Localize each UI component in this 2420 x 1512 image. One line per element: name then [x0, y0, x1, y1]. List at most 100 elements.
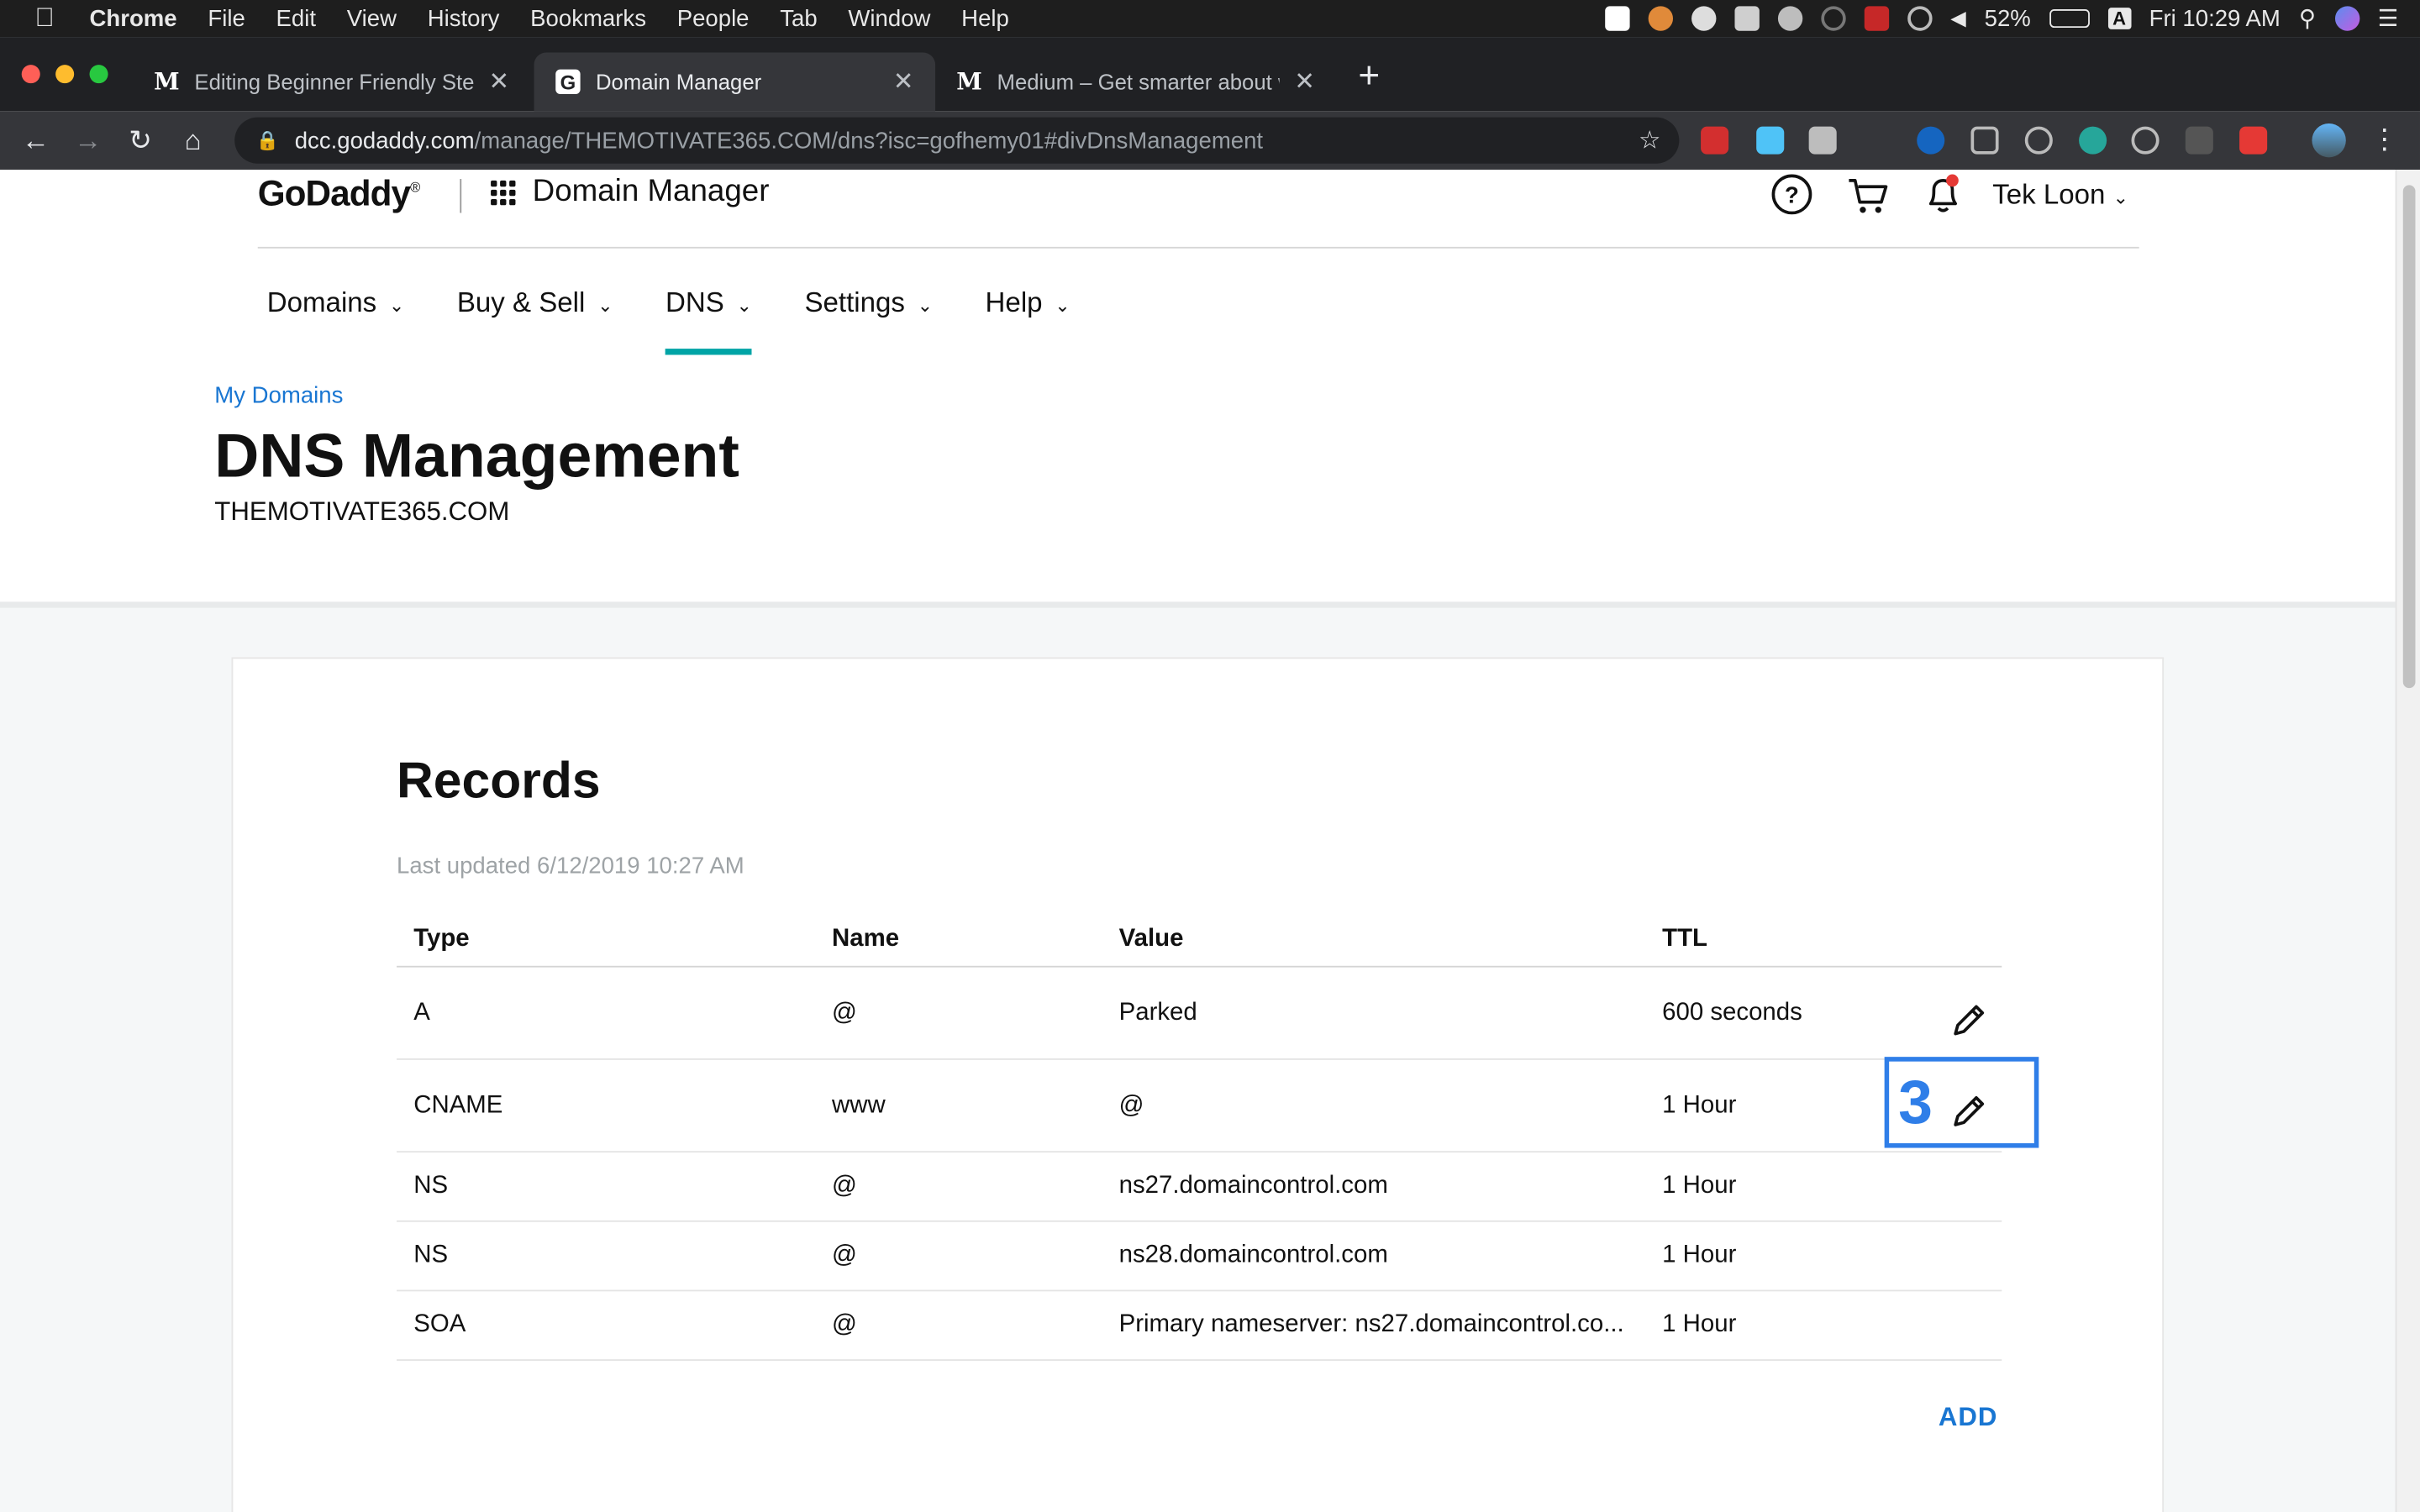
- chevron-down-icon: ⌄: [917, 294, 934, 317]
- new-tab-plus-icon[interactable]: +: [1358, 58, 1380, 96]
- apple-icon[interactable]: : [22, 3, 68, 34]
- tab-title: Medium – Get smarter about w: [997, 69, 1279, 95]
- reload-icon[interactable]: ↻: [114, 124, 166, 157]
- tab-close-icon[interactable]: ✕: [1294, 66, 1315, 97]
- window-zoom-icon[interactable]: [89, 65, 108, 84]
- tab-domain-manager[interactable]: G Domain Manager ✕: [534, 52, 936, 112]
- macos-menubar:  Chrome File Edit View History Bookmark…: [0, 0, 2420, 38]
- docker-icon[interactable]: [1734, 6, 1760, 31]
- cors-extension-icon[interactable]: [1701, 126, 1729, 155]
- user-menu[interactable]: Tek Loon ⌄: [1992, 179, 2128, 212]
- menu-bookmarks[interactable]: Bookmarks: [530, 5, 646, 31]
- cell-ttl: 600 seconds: [1662, 999, 1802, 1026]
- notification-bell-icon[interactable]: [1922, 173, 1965, 216]
- nav-settings[interactable]: Settings ⌄: [804, 287, 933, 355]
- m-extension-icon[interactable]: [2079, 126, 2107, 155]
- cell-name: www: [831, 1091, 886, 1118]
- table-row: SOA @ Primary nameserver: ns27.domaincon…: [397, 1291, 2002, 1361]
- layers-extension-icon[interactable]: [2185, 126, 2213, 155]
- battery-icon[interactable]: [2049, 9, 2090, 29]
- help-icon[interactable]: ?: [1770, 173, 1813, 216]
- cell-type: NS: [413, 1172, 449, 1200]
- cell-value: @: [1118, 1091, 1144, 1118]
- step-number: 3: [1898, 1068, 1933, 1137]
- todo-check-icon[interactable]: [1604, 6, 1630, 31]
- menu-view[interactable]: View: [347, 5, 397, 31]
- add-record-button[interactable]: ADD: [1939, 1403, 1997, 1434]
- window-minimize-icon[interactable]: [55, 65, 75, 84]
- forward-arrow-icon[interactable]: →: [61, 124, 113, 157]
- diamond-extension-icon[interactable]: [1756, 126, 1785, 155]
- url-path: /manage/THEMOTIVATE365.COM/dns?isc=gofhe…: [474, 127, 1264, 154]
- spotlight-search-icon[interactable]: ⚲: [2299, 5, 2316, 33]
- nav-buy-sell[interactable]: Buy & Sell ⌄: [457, 287, 613, 355]
- react-devtools-icon[interactable]: [2131, 126, 2160, 155]
- address-bar[interactable]: 🔒 dcc.godaddy.com/manage/THEMOTIVATE365.…: [234, 117, 1680, 164]
- menu-tab[interactable]: Tab: [780, 5, 817, 31]
- nav-help[interactable]: Help ⌄: [986, 287, 1071, 355]
- volume-icon[interactable]: ◀: [1950, 6, 1965, 30]
- cell-value: ns27.domaincontrol.com: [1118, 1172, 1388, 1200]
- header-divider: [460, 179, 462, 213]
- cell-ttl: 1 Hour: [1662, 1172, 1737, 1200]
- cloud-icon[interactable]: [1691, 6, 1717, 31]
- pencil-edit-icon[interactable]: [1949, 1000, 1990, 1040]
- target-extension-icon[interactable]: [2024, 126, 2053, 155]
- shield-icon[interactable]: [1864, 6, 1889, 31]
- cell-name: @: [831, 999, 857, 1026]
- tab-close-icon[interactable]: ✕: [488, 66, 509, 97]
- svg-text:?: ?: [1785, 182, 1799, 208]
- table-row: CNAME www @ 1 Hour 3: [397, 1057, 2039, 1153]
- column-name: Name: [831, 925, 900, 952]
- cross-extension-icon[interactable]: [2239, 126, 2268, 155]
- sync-icon[interactable]: [1820, 6, 1846, 31]
- back-arrow-icon[interactable]: ←: [9, 124, 61, 157]
- nav-dns[interactable]: DNS ⌄: [666, 287, 753, 355]
- menu-window[interactable]: Window: [848, 5, 930, 31]
- url-host: dcc.godaddy.com: [294, 127, 475, 154]
- table-row: NS @ ns27.domaincontrol.com 1 Hour: [397, 1152, 2002, 1222]
- pocket-icon[interactable]: [1970, 126, 1999, 155]
- domain-manager-title[interactable]: Domain Manager: [533, 175, 770, 210]
- avatar-tray-icon[interactable]: [1648, 6, 1673, 31]
- tab-close-icon[interactable]: ✕: [893, 66, 914, 97]
- browser-toolbar: ← → ↻ ⌂ 🔒 dcc.godaddy.com/manage/THEMOTI…: [0, 111, 2420, 171]
- menu-app-name[interactable]: Chrome: [90, 5, 177, 31]
- apps-grid-icon[interactable]: [491, 180, 516, 206]
- nav-domains[interactable]: Domains ⌄: [267, 287, 405, 355]
- profile-avatar[interactable]: [2312, 123, 2346, 158]
- main-nav: Domains ⌄ Buy & Sell ⌄ DNS ⌄ Settings ⌄ Help…: [267, 287, 1123, 355]
- tab-medium[interactable]: M Medium – Get smarter about w ✕: [935, 52, 1337, 111]
- notification-center-icon[interactable]: ☰: [2378, 5, 2399, 33]
- table-row: NS @ ns28.domaincontrol.com 1 Hour: [397, 1222, 2002, 1292]
- chevron-down-icon: ⌄: [2112, 186, 2129, 208]
- cell-type: A: [413, 999, 430, 1026]
- cart-icon[interactable]: [1846, 173, 1889, 216]
- home-icon[interactable]: ⌂: [166, 124, 218, 157]
- scrollbar-thumb[interactable]: [2402, 185, 2416, 689]
- bookmark-star-icon[interactable]: ☆: [1639, 125, 1660, 156]
- page-scrollbar[interactable]: [2395, 170, 2420, 1512]
- breadcrumb-my-domains[interactable]: My Domains: [214, 383, 343, 409]
- wifi-icon[interactable]: [1907, 6, 1933, 31]
- godaddy-logo[interactable]: GoDaddy®: [258, 173, 421, 215]
- chrome-menu-icon[interactable]: ⋮: [2359, 123, 2411, 156]
- menu-file[interactable]: File: [208, 5, 245, 31]
- cube-extension-icon[interactable]: [1808, 126, 1837, 155]
- menu-history[interactable]: History: [428, 5, 500, 31]
- window-close-icon[interactable]: [21, 65, 40, 84]
- menu-edit[interactable]: Edit: [276, 5, 316, 31]
- lock-icon[interactable]: 🔒: [256, 129, 279, 151]
- r-extension-icon[interactable]: [1917, 126, 1945, 155]
- menubar-clock[interactable]: Fri 10:29 AM: [2149, 5, 2281, 31]
- input-source-icon[interactable]: A: [2107, 8, 2131, 29]
- chevron-down-icon: ⌄: [736, 294, 753, 317]
- menu-help[interactable]: Help: [961, 5, 1009, 31]
- tab-editing-beginner[interactable]: M Editing Beginner Friendly Step ✕: [133, 52, 531, 111]
- pencil-edit-icon[interactable]: [1949, 1091, 1990, 1131]
- menu-people[interactable]: People: [677, 5, 750, 31]
- siri-icon[interactable]: [2334, 6, 2360, 31]
- evernote-icon[interactable]: [1777, 6, 1802, 31]
- column-value: Value: [1118, 925, 1184, 952]
- chevron-down-icon: ⌄: [1055, 294, 1071, 317]
